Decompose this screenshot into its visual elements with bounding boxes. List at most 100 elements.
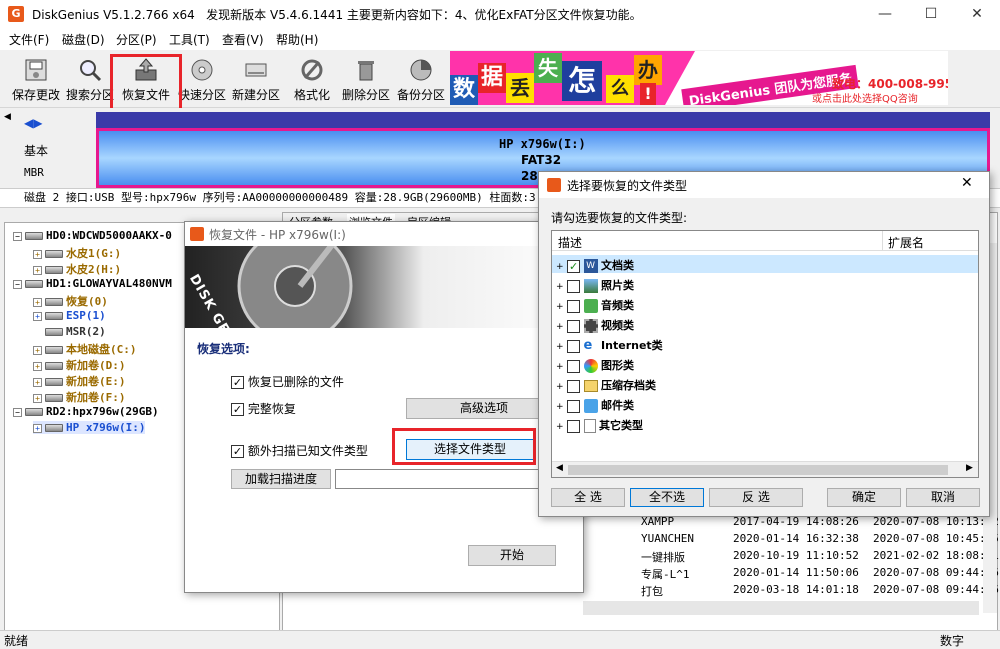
new-partition-button[interactable]: 新建分区 xyxy=(228,54,284,106)
magnifier-icon xyxy=(80,60,102,82)
load-scan-progress-button[interactable]: 加载扫描进度 xyxy=(231,469,331,489)
tree-node-f[interactable]: + 新加卷(F:) xyxy=(33,389,126,405)
tree-node-e[interactable]: + 新加卷(E:) xyxy=(33,373,126,389)
file-name[interactable]: 一键排版 xyxy=(641,549,685,565)
disk-icon xyxy=(191,59,213,81)
dialog-title: 选择要恢复的文件类型 xyxy=(567,179,688,193)
tree-node-hd0[interactable]: − HD0:WDCWD5000AAKX-0 xyxy=(13,229,172,242)
tree-node-recovery[interactable]: + 恢复(0) xyxy=(33,293,108,309)
drive-icon xyxy=(45,394,63,402)
tree-node-msr[interactable]: MSR(2) xyxy=(33,325,106,338)
select-none-button[interactable]: 全不选 xyxy=(630,488,704,507)
tree-node-hd1[interactable]: − HD1:GLOWAYVAL480NVM xyxy=(13,277,172,290)
file-type-audio[interactable]: + 音频类 xyxy=(556,297,634,313)
start-button[interactable]: 开始 xyxy=(468,545,556,566)
maximize-button[interactable]: ☐ xyxy=(908,0,954,28)
menu-file[interactable]: 文件(F) xyxy=(9,31,49,48)
list-horizontal-scrollbar[interactable]: ◀ ▶ xyxy=(552,461,978,477)
disk-scheme-label: MBR xyxy=(24,166,44,179)
delete-partition-button[interactable]: 删除分区 xyxy=(338,54,394,106)
save-icon xyxy=(25,59,47,81)
banner-char-1: 数 xyxy=(450,75,478,105)
file-created: 2020-03-18 14:01:18 xyxy=(733,583,859,596)
file-type-graphics[interactable]: + 图形类 xyxy=(556,357,634,373)
column-description[interactable]: 描述 xyxy=(558,234,582,251)
checkbox-checked-icon: ✓ xyxy=(231,445,244,458)
file-name[interactable]: 专属-L^1 xyxy=(641,566,690,582)
tree-node-g[interactable]: + 水皮1(G:) xyxy=(33,245,121,261)
menu-tools[interactable]: 工具(T) xyxy=(169,31,210,48)
file-types-list: 描述 扩展名 + ✓ W 文档类 + 照片类 + 音频类 + 视频类 + e I… xyxy=(551,230,979,478)
dialog-title: 恢复文件 - HP x796w(I:) xyxy=(209,228,346,242)
disk-nav-arrows-icon[interactable]: ◀▶ xyxy=(24,116,42,130)
file-types-dialog: 选择要恢复的文件类型 ✕ 请勾选要恢复的文件类型: 描述 扩展名 + ✓ W 文… xyxy=(538,171,990,517)
menu-view[interactable]: 查看(V) xyxy=(222,31,264,48)
ad-banner[interactable]: 数 据 丢 失 怎 么 办 ! DiskGenius 团队为您服务 致电：400… xyxy=(450,51,948,105)
file-type-archives[interactable]: + 压缩存档类 xyxy=(556,377,656,393)
file-name[interactable]: 打包 xyxy=(641,583,663,599)
word-doc-icon: W xyxy=(583,259,598,273)
format-icon xyxy=(301,59,323,81)
tree-node-esp[interactable]: + ESP(1) xyxy=(33,309,106,322)
app-logo-icon: G xyxy=(8,6,24,22)
app-logo-icon xyxy=(190,227,204,241)
tree-node-i[interactable]: + HP x796w(I:) xyxy=(33,421,146,434)
file-name[interactable]: YUANCHEN xyxy=(641,532,694,545)
format-button[interactable]: 格式化 xyxy=(284,54,340,106)
status-text: 就绪 xyxy=(4,634,29,648)
tree-node-rd2[interactable]: − RD2:hpx796w(29GB) xyxy=(13,405,159,418)
column-extension[interactable]: 扩展名 xyxy=(888,234,924,251)
disk-strip xyxy=(96,112,990,128)
dialog-banner: DISK GENIUS xyxy=(185,246,583,328)
drive-icon xyxy=(45,266,63,274)
options-label: 恢复选项: xyxy=(197,342,250,356)
checkbox-checked-icon: ✓ xyxy=(567,259,581,273)
partition-name: HP x796w(I:) xyxy=(499,137,586,151)
drive-icon xyxy=(25,280,43,288)
file-type-documents[interactable]: + ✓ W 文档类 xyxy=(556,257,634,273)
scan-progress-path-input[interactable] xyxy=(335,469,545,489)
opt-recover-deleted[interactable]: ✓ 恢复已删除的文件 xyxy=(231,373,344,390)
file-type-internet[interactable]: + e Internet类 xyxy=(556,337,663,353)
browser-icon: e xyxy=(583,338,593,353)
drive-icon xyxy=(45,346,63,354)
file-type-other[interactable]: + 其它类型 xyxy=(556,417,643,433)
banner-qq-link[interactable]: 或点击此处选择QQ咨询 xyxy=(812,90,918,105)
tree-node-d[interactable]: + 新加卷(D:) xyxy=(33,357,126,373)
ok-button[interactable]: 确定 xyxy=(827,488,901,507)
close-icon[interactable]: ✕ xyxy=(961,175,973,191)
menu-partition[interactable]: 分区(P) xyxy=(116,31,157,48)
archive-folder-icon xyxy=(583,380,598,392)
banner-char-8: ! xyxy=(640,83,656,105)
menu-help[interactable]: 帮助(H) xyxy=(276,31,318,48)
file-modified: 2020-07-08 09:44:16 xyxy=(873,583,999,596)
tree-node-c[interactable]: + 本地磁盘(C:) xyxy=(33,341,137,357)
opt-extra-scan[interactable]: ✓ 额外扫描已知文件类型 xyxy=(231,442,368,459)
tree-node-h[interactable]: + 水皮2(H:) xyxy=(33,261,121,277)
file-type-email[interactable]: + 邮件类 xyxy=(556,397,634,413)
checkbox-icon xyxy=(567,299,581,313)
opt-full-recovery[interactable]: ✓ 完整恢复 xyxy=(231,400,296,417)
cancel-button[interactable]: 取消 xyxy=(906,488,980,507)
menu-disk[interactable]: 磁盘(D) xyxy=(62,31,105,48)
file-created: 2020-01-14 16:32:38 xyxy=(733,532,859,545)
close-button[interactable]: ✕ xyxy=(954,0,1000,28)
select-all-button[interactable]: 全 选 xyxy=(551,488,625,507)
mail-icon xyxy=(583,399,598,413)
horizontal-scrollbar[interactable] xyxy=(583,601,979,615)
file-created: 2020-10-19 11:10:52 xyxy=(733,549,859,562)
recover-files-highlight xyxy=(110,54,182,111)
file-type-photos[interactable]: + 照片类 xyxy=(556,277,634,293)
status-bar: 就绪 数字 xyxy=(0,630,1000,648)
minimize-button[interactable]: — xyxy=(862,0,908,28)
banner-char-4: 失 xyxy=(534,53,562,83)
checkbox-icon xyxy=(567,319,581,333)
generic-file-icon xyxy=(583,419,596,433)
save-changes-button[interactable]: 保存更改 xyxy=(8,54,64,106)
quick-partition-button[interactable]: 快速分区 xyxy=(174,54,230,106)
file-type-video[interactable]: + 视频类 xyxy=(556,317,634,333)
backup-partition-button[interactable]: 备份分区 xyxy=(393,54,449,106)
invert-selection-button[interactable]: 反 选 xyxy=(709,488,803,507)
dialog-titlebar: 恢复文件 - HP x796w(I:) xyxy=(185,222,583,246)
file-modified: 2020-07-08 09:44:26 xyxy=(873,566,999,579)
